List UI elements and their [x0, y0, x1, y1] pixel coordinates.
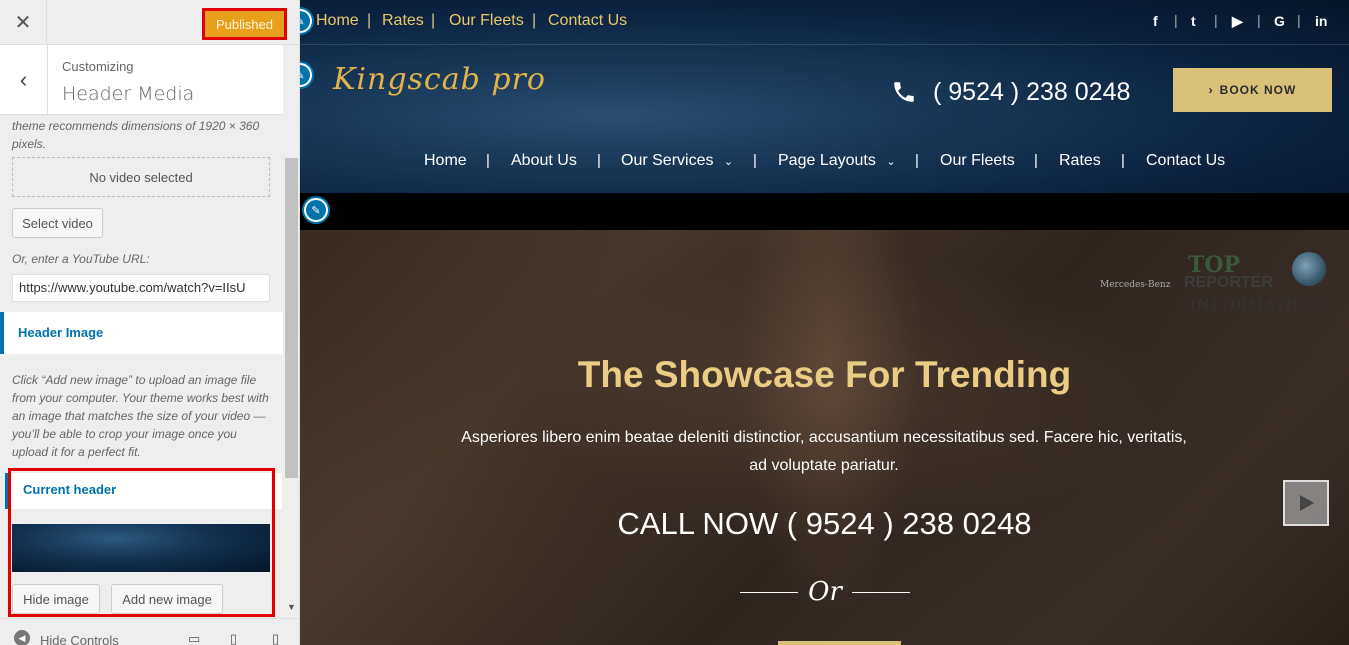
watermark-information: INFORMATION [1190, 296, 1321, 314]
main-nav-page-layouts[interactable]: Page Layouts ⌄ [778, 152, 896, 170]
top-nav-our-fleets[interactable]: Our Fleets [449, 12, 524, 30]
main-nav-page-layouts-label: Page Layouts [778, 152, 876, 169]
separator: | [1297, 12, 1301, 28]
separator: | [1174, 12, 1178, 28]
site-preview: Home | Rates | Our Fleets | Contact Us f… [300, 0, 1349, 645]
main-nav-about-us[interactable]: About Us [511, 152, 577, 170]
watermark-brand: Mercedes-Benz [1100, 280, 1171, 290]
separator: | [1214, 12, 1218, 28]
separator: | [1121, 152, 1125, 169]
main-nav-our-services[interactable]: Our Services ⌄ [621, 152, 733, 170]
collapse-icon[interactable]: ◀ [14, 630, 30, 645]
main-nav-home[interactable]: Home [424, 152, 467, 170]
twitter-icon[interactable]: t [1191, 13, 1196, 29]
tablet-preview-icon[interactable]: ▯ [230, 631, 237, 645]
phone-icon [894, 82, 914, 102]
separator: | [431, 12, 436, 29]
play-icon[interactable] [1283, 480, 1329, 526]
published-button[interactable]: Published [205, 11, 284, 37]
scrollbar-thumb[interactable] [285, 158, 298, 478]
hero-text-line: Asperiores libero enim beatae deleniti d… [461, 429, 1187, 446]
hero-text-line: ad voluptate pariatur. [749, 457, 899, 474]
youtube-icon[interactable]: ▶ [1232, 13, 1243, 30]
scroll-down-arrow-icon[interactable]: ▼ [287, 602, 296, 612]
hide-controls-label[interactable]: Hide Controls [40, 633, 119, 645]
site-logo[interactable]: Kingscab pro [333, 62, 546, 97]
globe-icon [1292, 252, 1326, 286]
customizing-label: Customizing [62, 59, 134, 74]
top-nav-contact-us[interactable]: Contact Us [548, 12, 627, 30]
desktop-preview-icon[interactable]: ▭ [188, 631, 200, 645]
hero-text: Asperiores libero enim beatae deleniti d… [404, 424, 1244, 480]
google-icon[interactable]: G [1274, 13, 1285, 29]
chevron-down-icon: ⌄ [886, 156, 896, 168]
hero-or-divider: Or [740, 577, 910, 607]
separator: | [1034, 152, 1038, 169]
chevron-down-icon: ⌄ [723, 156, 734, 168]
separator: | [486, 152, 490, 169]
top-nav-rates[interactable]: Rates [382, 12, 424, 30]
linkedin-icon[interactable]: in [1315, 13, 1327, 29]
section-title-bar: ‹ Customizing Header Media [0, 45, 283, 115]
video-watermark: Mercedes-Benz TOP REPORTER INFORMATION [1100, 252, 1326, 318]
header-image-title: Header Image [18, 325, 104, 340]
hero-or-text: Or [808, 577, 842, 607]
play-triangle-icon [1300, 495, 1314, 511]
watermark-reporter: REPORTER [1184, 274, 1273, 291]
current-header-highlight [8, 468, 275, 617]
main-nav-contact-us[interactable]: Contact Us [1146, 152, 1225, 170]
separator: | [1257, 12, 1261, 28]
youtube-url-input[interactable]: https://www.youtube.com/watch?v=IIsU [12, 274, 270, 302]
sidebar-scrollbar[interactable]: ▼ [283, 116, 299, 618]
edit-shortcut-icon[interactable]: ✎ [300, 61, 314, 89]
customizer-footer: ◀ Hide Controls ▭ ▯ ▯ [0, 618, 299, 645]
section-title: Header Media [62, 83, 195, 105]
video-description: theme recommends dimensions of 1920 × 36… [12, 119, 260, 151]
close-icon[interactable]: ✕ [0, 0, 47, 45]
select-video-button[interactable]: Select video [12, 208, 103, 238]
hero-video: Mercedes-Benz TOP REPORTER INFORMATION T… [300, 230, 1349, 645]
chevron-right-icon: › [1208, 83, 1214, 97]
separator: | [367, 12, 372, 29]
site-header: Home | Rates | Our Fleets | Contact Us f… [300, 0, 1349, 193]
divider [300, 44, 1349, 45]
hero-call-now: CALL NOW ( 9524 ) 238 0248 [617, 506, 1032, 541]
customizer-header: ✕ Published [0, 0, 299, 45]
header-phone-number: ( 9524 ) 238 0248 [933, 78, 1131, 106]
edit-shortcut-icon[interactable]: ✎ [302, 196, 330, 224]
image-description: Click “Add new image” to upload an image… [12, 373, 269, 459]
separator: | [597, 152, 601, 169]
top-bar: Home | Rates | Our Fleets | Contact Us f… [300, 0, 1349, 44]
book-now-label: BOOK NOW [1219, 83, 1297, 97]
separator: | [915, 152, 919, 169]
mobile-preview-icon[interactable]: ▯ [272, 631, 279, 645]
separator: | [753, 152, 757, 169]
hero-button[interactable] [778, 641, 901, 645]
header-image-section: Header Image [0, 312, 283, 354]
customizer-sidebar: ✕ Published ‹ Customizing Header Media t… [0, 0, 300, 645]
header-media-strip: ✎ [300, 193, 1349, 230]
facebook-icon[interactable]: f [1153, 13, 1158, 29]
main-nav-our-services-label: Our Services [621, 152, 714, 169]
book-now-button[interactable]: › BOOK NOW [1173, 68, 1332, 112]
main-nav-rates[interactable]: Rates [1059, 152, 1101, 170]
separator: | [532, 12, 537, 29]
main-nav-our-fleets[interactable]: Our Fleets [940, 152, 1015, 170]
chevron-left-icon[interactable]: ‹ [0, 45, 48, 115]
published-highlight: Published [202, 8, 287, 40]
no-video-placeholder: No video selected [12, 157, 270, 197]
top-nav-home[interactable]: Home [316, 12, 359, 30]
hero-title: The Showcase For Trending [577, 354, 1072, 395]
youtube-url-label: Or, enter a YouTube URL: [12, 252, 150, 266]
customizer-panel-content: theme recommends dimensions of 1920 × 36… [0, 116, 283, 618]
